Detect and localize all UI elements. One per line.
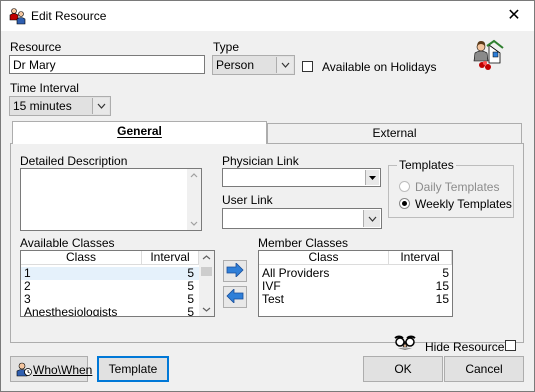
tab-external[interactable]: External [267, 123, 522, 143]
available-classes-list[interactable]: Class Interval 1 5 2 5 3 5 Anesthesiolog… [20, 250, 215, 317]
time-interval-label: Time Interval [10, 81, 79, 95]
daily-templates-radio[interactable] [399, 181, 410, 192]
tab-control: General External Detailed Description Ph… [10, 121, 524, 343]
tab-external-label: External [372, 126, 417, 140]
scrollbar-thumb[interactable] [201, 267, 212, 276]
type-label: Type [213, 40, 240, 54]
general-tab-panel: Detailed Description Physician Link User… [10, 143, 524, 343]
daily-templates-label: Daily Templates [415, 180, 500, 194]
tab-general-label: General [117, 124, 162, 138]
type-select[interactable]: Person [212, 55, 295, 75]
table-row[interactable]: Anesthesiologists 5 [21, 306, 199, 317]
arrow-left-icon [226, 287, 244, 306]
resource-input[interactable]: Dr Mary [9, 55, 205, 74]
time-interval-select[interactable]: 15 minutes [9, 96, 111, 116]
available-on-holidays-label: Available on Holidays [322, 60, 437, 74]
add-class-button[interactable] [223, 260, 247, 282]
member-classes-list[interactable]: Class Interval All Providers 5 IVF 15 Te… [258, 250, 453, 317]
user-link-select[interactable] [222, 208, 382, 229]
table-row[interactable]: Test 15 [259, 293, 452, 306]
chevron-down-icon [363, 210, 380, 227]
chevron-down-icon [276, 57, 293, 73]
who-when-label: Who\When [33, 363, 93, 377]
chevron-down-icon [365, 170, 379, 185]
interval-cell: 15 [435, 292, 449, 306]
physician-link-label: Physician Link [222, 154, 299, 168]
template-button[interactable]: Template [97, 356, 169, 382]
table-row[interactable]: 1 5 [21, 267, 199, 280]
resource-home-icon [473, 39, 505, 71]
hide-resource-label: Hide Resource [425, 340, 505, 354]
cancel-button[interactable]: Cancel [444, 356, 524, 382]
chevron-down-icon [92, 98, 109, 114]
description-scrollbar[interactable] [187, 169, 201, 230]
window-title: Edit Resource [31, 9, 107, 23]
disguise-glasses-icon [393, 335, 417, 351]
available-classes-column-class[interactable]: Class [21, 251, 142, 265]
table-row[interactable]: IVF 15 [259, 280, 452, 293]
member-classes-column-interval[interactable]: Interval [389, 251, 452, 265]
available-classes-column-interval[interactable]: Interval [142, 251, 199, 265]
templates-groupbox: Templates Daily Templates Weekly Templat… [388, 158, 514, 218]
title-bar: Edit Resource ✕ [1, 1, 534, 31]
template-label: Template [108, 362, 158, 376]
templates-group-title: Templates [397, 158, 456, 172]
who-when-icon [16, 361, 32, 377]
remove-class-button[interactable] [223, 286, 247, 308]
class-cell: Test [262, 292, 285, 306]
resource-value: Dr Mary [13, 58, 56, 72]
member-classes-column-class[interactable]: Class [259, 251, 389, 265]
table-row[interactable]: All Providers 5 [259, 267, 452, 280]
available-classes-scrollbar[interactable] [199, 251, 214, 316]
weekly-templates-label: Weekly Templates [415, 197, 512, 211]
close-button[interactable]: ✕ [494, 1, 534, 31]
cancel-label: Cancel [465, 362, 503, 376]
arrow-right-icon [226, 261, 244, 280]
user-link-label: User Link [222, 193, 273, 207]
edit-resource-window: Edit Resource ✕ Resource Dr Mary Type Pe… [0, 0, 535, 392]
available-on-holidays-checkbox[interactable] [302, 61, 313, 72]
table-row[interactable]: 2 5 [21, 280, 199, 293]
ok-label: OK [394, 362, 412, 376]
time-interval-value: 15 minutes [13, 99, 72, 113]
detailed-description-label: Detailed Description [20, 154, 128, 168]
resource-label: Resource [10, 40, 62, 54]
detailed-description-textarea[interactable] [20, 168, 202, 231]
who-when-button[interactable]: Who\When [10, 356, 92, 382]
weekly-templates-radio[interactable] [399, 198, 410, 209]
interval-cell: 5 [187, 305, 194, 317]
available-classes-label: Available Classes [20, 236, 115, 250]
type-value: Person [216, 58, 255, 72]
close-icon: ✕ [507, 7, 521, 24]
tab-general[interactable]: General [12, 121, 267, 144]
member-classes-label: Member Classes [258, 236, 349, 250]
class-cell: Anesthesiologists [24, 305, 118, 317]
hide-resource-checkbox[interactable] [505, 340, 516, 351]
ok-button[interactable]: OK [363, 356, 443, 382]
physician-link-select[interactable] [222, 168, 381, 187]
resource-people-icon [9, 7, 27, 25]
